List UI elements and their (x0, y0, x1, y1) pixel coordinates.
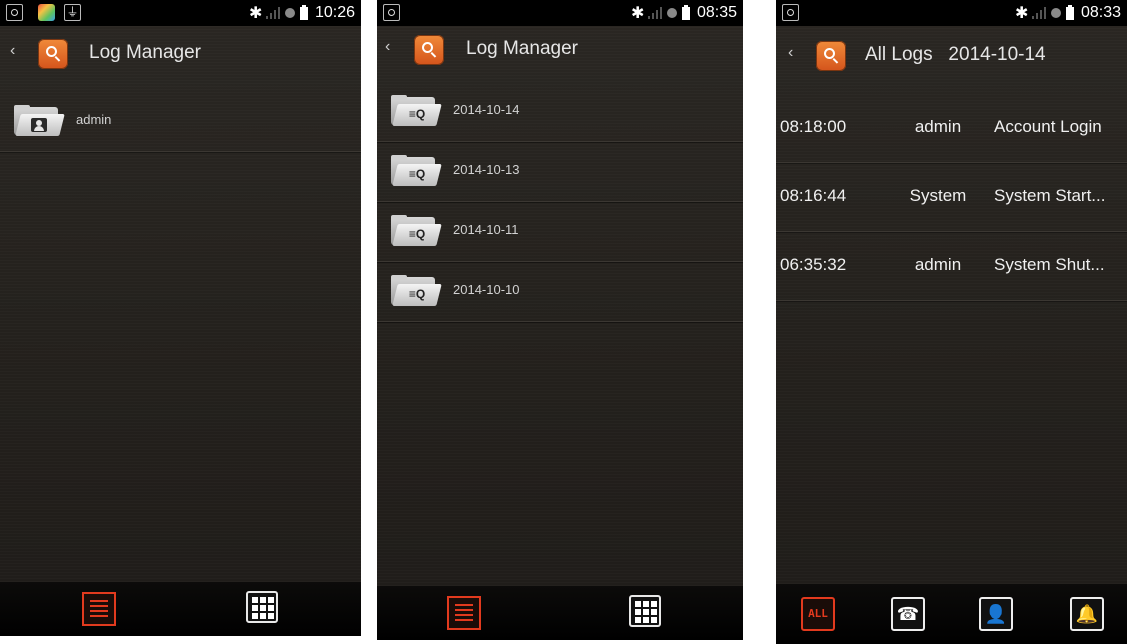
title-bar: ‹ All Logs 2014-10-14 (776, 28, 1127, 84)
bluetooth-icon: ✱ (248, 5, 263, 22)
page-title: Log Manager (466, 38, 578, 59)
log-user: admin (914, 117, 962, 136)
list-item-date[interactable]: ≡Q 2014-10-11 (377, 202, 743, 262)
back-icon[interactable]: ‹ (10, 42, 15, 60)
list-item-date[interactable]: ≡Q 2014-10-13 (377, 142, 743, 202)
bottom-bar (377, 586, 743, 640)
screen-log-manager-dates: ✱ 08:35 ‹ Log Manager ≡Q 2014-10-14 ≡Q 2… (377, 0, 743, 640)
log-folder-icon: ≡Q (391, 155, 442, 186)
list-item-label: 2014-10-11 (453, 222, 519, 237)
bluetooth-icon: ✱ (630, 5, 645, 22)
list-item-admin[interactable]: admin (0, 92, 361, 152)
battery-icon (299, 4, 308, 20)
screen-all-logs: ✱ 08:33 ‹ All Logs 2014-10-14 08:18:00 a… (776, 0, 1127, 644)
clock: 10:26 (314, 4, 355, 21)
log-time: 08:16:44 (780, 186, 847, 205)
screen-log-manager-users: ⏚ ✱ 10:26 ‹ Log Manager admin (0, 0, 361, 636)
log-manager-app-icon (38, 39, 68, 69)
log-folder-icon: ≡Q (391, 275, 442, 306)
back-icon[interactable]: ‹ (385, 38, 390, 56)
wifi-dot-icon (1050, 8, 1061, 18)
status-bar: ⏚ ✱ 10:26 (0, 0, 361, 26)
list-item-date[interactable]: ≡Q 2014-10-10 (377, 262, 743, 322)
log-row[interactable]: 08:16:44 System System Start... (776, 163, 1127, 232)
log-row[interactable]: 06:35:32 admin System Shut... (776, 232, 1127, 301)
user-list: admin (0, 92, 361, 152)
battery-icon (681, 4, 690, 20)
signal-icon (647, 7, 662, 19)
user-filter-icon[interactable]: 👤 (979, 597, 1013, 631)
all-filter-icon[interactable]: ALL (801, 597, 835, 631)
alarm-filter-icon[interactable]: 🔔 (1070, 597, 1104, 631)
log-event: Account Login (994, 117, 1102, 136)
page-title: All Logs 2014-10-14 (865, 44, 1046, 65)
bluetooth-icon: ✱ (1014, 5, 1029, 22)
battery-icon (1065, 4, 1074, 20)
list-item-label: 2014-10-13 (453, 162, 520, 177)
list-item-label: admin (76, 112, 112, 127)
list-item-label: 2014-10-14 (453, 102, 520, 117)
gps-icon (6, 4, 23, 21)
signal-icon (265, 7, 280, 19)
user-folder-icon (14, 105, 65, 136)
back-icon[interactable]: ‹ (788, 44, 793, 62)
clock: 08:33 (1080, 4, 1121, 21)
list-view-icon[interactable] (82, 592, 116, 626)
page-title: Log Manager (89, 42, 201, 63)
phone-filter-icon[interactable]: ☎ (891, 597, 925, 631)
log-user: admin (914, 255, 962, 274)
all-filter-label: ALL (808, 607, 828, 620)
log-time: 06:35:32 (780, 255, 847, 274)
gps-icon (383, 4, 400, 21)
title-bar: ‹ Log Manager (377, 22, 743, 78)
title-bar: ‹ Log Manager (0, 26, 361, 82)
app-notification-icon (38, 4, 55, 21)
log-list: 08:18:00 admin Account Login 08:16:44 Sy… (776, 94, 1127, 301)
status-bar: ✱ 08:33 (776, 0, 1127, 26)
signal-icon (1031, 7, 1046, 19)
gps-icon (782, 4, 799, 21)
bottom-bar (0, 582, 361, 636)
log-manager-app-icon (414, 35, 444, 65)
log-time: 08:18:00 (780, 117, 847, 136)
log-manager-app-icon (816, 41, 846, 71)
log-row[interactable]: 08:18:00 admin Account Login (776, 94, 1127, 163)
wifi-dot-icon (666, 8, 677, 18)
date-list: ≡Q 2014-10-14 ≡Q 2014-10-13 ≡Q 2014-10-1… (377, 82, 743, 322)
log-user: System (909, 186, 967, 205)
log-event: System Start... (994, 186, 1106, 205)
log-folder-icon: ≡Q (391, 95, 442, 126)
list-view-icon[interactable] (447, 596, 481, 630)
clock: 08:35 (696, 4, 737, 21)
grid-view-icon[interactable] (246, 591, 278, 623)
list-item-label: 2014-10-10 (453, 282, 520, 297)
list-item-date[interactable]: ≡Q 2014-10-14 (377, 82, 743, 142)
filter-bar: ALL ☎ 👤 🔔 (776, 584, 1127, 644)
log-folder-icon: ≡Q (391, 215, 442, 246)
wifi-dot-icon (284, 8, 295, 18)
log-event: System Shut... (994, 255, 1105, 274)
usb-icon: ⏚ (64, 4, 81, 21)
grid-view-icon[interactable] (629, 595, 661, 627)
